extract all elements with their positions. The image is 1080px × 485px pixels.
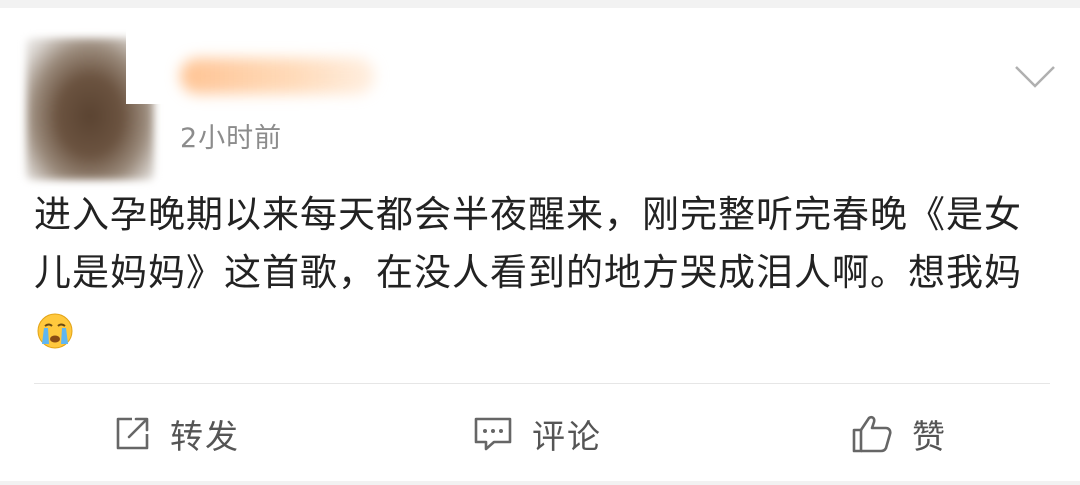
- repost-label: 转发: [170, 417, 240, 456]
- repost-button[interactable]: 转发: [112, 406, 240, 462]
- post-timestamp: 2小时前: [180, 123, 283, 154]
- comment-label: 评论: [532, 417, 602, 456]
- like-label: 赞: [912, 417, 947, 456]
- post-card: 2小时前 进入孕晚期以来每天都会半夜醒来，刚完整听完春晚《是女儿是妈妈》这首歌，…: [0, 8, 1080, 481]
- username-blur: [180, 58, 375, 94]
- post-content: 进入孕晚期以来每天都会半夜醒来，刚完整听完春晚《是女儿是妈妈》这首歌，在没人看到…: [34, 186, 1049, 360]
- chevron-down-icon[interactable]: [1012, 63, 1058, 91]
- comment-button[interactable]: 评论: [472, 406, 602, 462]
- post-text: 进入孕晚期以来每天都会半夜醒来，刚完整听完春晚《是女儿是妈妈》这首歌，在没人看到…: [34, 193, 1022, 294]
- share-icon: [116, 417, 149, 450]
- crying-face-emoji-icon: [36, 309, 74, 349]
- thumbs-up-icon: [852, 415, 892, 453]
- like-button[interactable]: 赞: [850, 406, 947, 462]
- divider: [34, 383, 1050, 384]
- comment-icon: [474, 417, 512, 451]
